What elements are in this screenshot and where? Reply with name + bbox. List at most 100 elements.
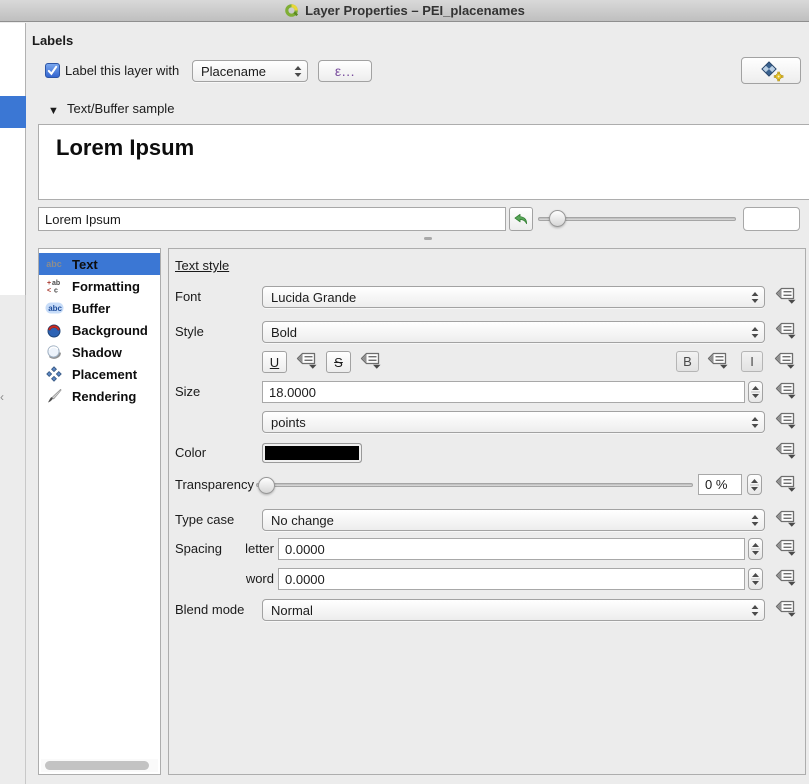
underline-override-button[interactable]	[292, 351, 320, 373]
sidebar-item-text[interactable]: abc Text	[39, 253, 160, 275]
data-defined-override-icon	[775, 509, 796, 532]
transparency-input[interactable]: 0 %	[698, 474, 742, 495]
transparency-stepper[interactable]	[747, 474, 762, 495]
automated-placement-settings-icon	[758, 60, 785, 82]
window-titlebar[interactable]: Layer Properties – PEI_placenames	[0, 0, 809, 22]
sample-text-input[interactable]	[38, 207, 506, 231]
label-layer-checkbox[interactable]	[45, 63, 60, 78]
properties-tab-selected[interactable]	[0, 96, 26, 128]
type-case-select[interactable]: No change	[262, 509, 765, 531]
size-override-button[interactable]	[771, 381, 799, 403]
collapse-triangle-icon[interactable]: ▼	[48, 100, 59, 122]
rendering-icon	[44, 388, 64, 404]
italic-button[interactable]: I	[741, 351, 763, 372]
data-defined-override-icon	[775, 381, 796, 404]
stepper-arrows-icon	[750, 477, 759, 493]
sidebar-horizontal-scrollbar[interactable]	[41, 759, 158, 772]
select-stepper-icon	[751, 604, 759, 617]
formatting-icon: + ab < c	[44, 278, 64, 294]
svg-text:<: <	[47, 288, 51, 295]
data-defined-override-icon	[360, 351, 381, 374]
sample-size-field[interactable]	[743, 207, 800, 231]
data-defined-override-icon	[775, 286, 796, 309]
word-spacing-label: word	[234, 568, 274, 590]
select-stepper-icon	[751, 291, 759, 304]
bold-override-button[interactable]	[703, 351, 731, 373]
label-field-select[interactable]: Placename	[192, 60, 308, 82]
svg-text:abc: abc	[48, 304, 62, 313]
units-override-button[interactable]	[771, 411, 799, 433]
automated-placement-settings-button[interactable]	[741, 57, 801, 84]
buffer-icon: abc	[44, 301, 64, 315]
color-override-button[interactable]	[771, 441, 799, 463]
style-label: Style	[175, 321, 204, 343]
properties-tab-strip-lower	[0, 295, 26, 784]
stepper-arrows-icon	[751, 384, 760, 400]
strikeout-button[interactable]: S	[326, 351, 351, 373]
font-style-select[interactable]: Bold	[262, 321, 765, 343]
spacing-label: Spacing	[175, 538, 222, 560]
sidebar-item-background[interactable]: Background	[39, 319, 160, 341]
transparency-label: Transparency	[175, 474, 254, 496]
sidebar-item-buffer[interactable]: abc Buffer	[39, 297, 160, 319]
sidebar-item-rendering[interactable]: Rendering	[39, 385, 160, 407]
letter-spacing-stepper[interactable]	[748, 538, 763, 560]
strikeout-override-button[interactable]	[356, 351, 384, 373]
font-color-swatch-button[interactable]	[262, 443, 362, 463]
style-override-button[interactable]	[771, 321, 799, 343]
underline-button[interactable]: U	[262, 351, 287, 373]
label-layer-checkbox-label: Label this layer with	[65, 60, 179, 82]
bold-button[interactable]: B	[676, 351, 699, 372]
size-input[interactable]: 18.0000	[262, 381, 745, 403]
expression-builder-button[interactable]: ε…	[318, 60, 372, 82]
select-stepper-icon	[751, 326, 759, 339]
sample-preview-text: Lorem Ipsum	[56, 135, 194, 161]
blend-mode-select[interactable]: Normal	[262, 599, 765, 621]
layer-properties-dialog: Layer Properties – PEI_placenames ‹ Labe…	[0, 0, 809, 784]
sidebar-scrollbar-thumb[interactable]	[45, 761, 149, 770]
type-case-override-button[interactable]	[771, 509, 799, 531]
sidebar-item-placement[interactable]: Placement	[39, 363, 160, 385]
undo-arrow-icon	[513, 212, 529, 227]
sample-size-slider-handle[interactable]	[549, 210, 566, 227]
label-settings-list: abc Text + ab < c Formatting abc Buff	[38, 248, 161, 775]
font-override-button[interactable]	[771, 286, 799, 308]
text-style-title: Text style	[175, 255, 229, 277]
italic-override-button[interactable]	[770, 351, 798, 373]
epsilon-expression-icon: ε…	[335, 63, 355, 79]
data-defined-override-icon	[296, 351, 317, 374]
data-defined-override-icon	[775, 599, 796, 622]
transparency-slider-handle[interactable]	[258, 477, 275, 494]
shadow-icon	[44, 344, 64, 360]
window-title: Layer Properties – PEI_placenames	[305, 3, 525, 18]
size-stepper[interactable]	[748, 381, 763, 403]
svg-text:c: c	[54, 288, 58, 295]
word-spacing-input[interactable]: 0.0000	[278, 568, 745, 590]
sidebar-item-formatting[interactable]: + ab < c Formatting	[39, 275, 160, 297]
word-spacing-override-button[interactable]	[771, 568, 799, 590]
data-defined-override-icon	[775, 441, 796, 464]
transparency-slider-track[interactable]	[256, 483, 693, 487]
collapse-chevron-icon: ‹	[0, 390, 4, 404]
text-abc-icon: abc	[44, 259, 64, 269]
letter-spacing-label: letter	[234, 538, 274, 560]
reset-sample-button[interactable]	[509, 207, 533, 231]
letter-spacing-override-button[interactable]	[771, 538, 799, 560]
splitter-handle[interactable]	[424, 237, 432, 240]
blend-mode-override-button[interactable]	[771, 599, 799, 621]
data-defined-override-icon	[775, 321, 796, 344]
size-units-select[interactable]: points	[262, 411, 765, 433]
data-defined-override-icon	[775, 568, 796, 591]
text-sample-preview: Lorem Ipsum	[38, 124, 809, 200]
font-label: Font	[175, 286, 201, 308]
color-label: Color	[175, 442, 206, 464]
transparency-override-button[interactable]	[771, 474, 799, 496]
properties-tab-strip	[0, 23, 26, 295]
svg-text:ab: ab	[52, 280, 60, 287]
letter-spacing-input[interactable]: 0.0000	[278, 538, 745, 560]
font-family-select[interactable]: Lucida Grande	[262, 286, 765, 308]
sidebar-item-shadow[interactable]: Shadow	[39, 341, 160, 363]
word-spacing-stepper[interactable]	[748, 568, 763, 590]
qgis-logo-icon	[284, 3, 299, 18]
sample-size-slider-track[interactable]	[538, 217, 736, 221]
